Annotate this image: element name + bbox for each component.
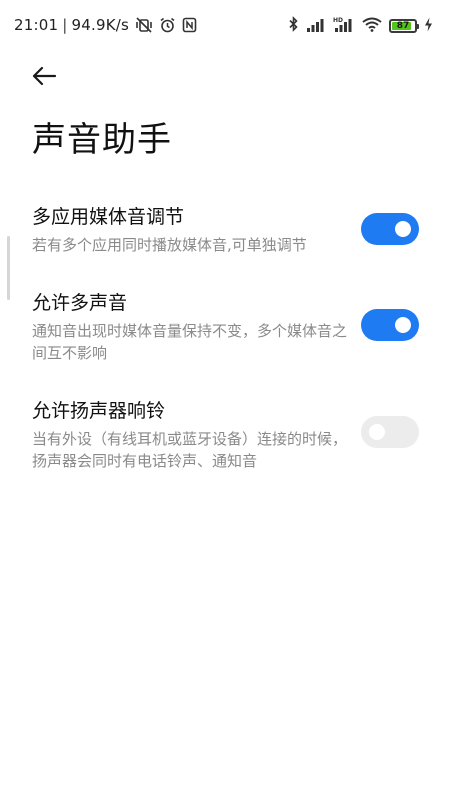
setting-text: 允许多声音 通知音出现时媒体音量保持不变，多个媒体音之间互不影响	[32, 290, 352, 364]
bluetooth-icon	[288, 16, 299, 36]
allow-multiple-sounds-toggle[interactable]	[361, 309, 419, 341]
allow-speaker-ringing-toggle[interactable]	[361, 416, 419, 448]
status-left: 21:01 | 94.9K/s	[14, 16, 197, 34]
battery-icon: 87	[389, 19, 419, 33]
nfc-icon	[182, 17, 197, 33]
multi-app-media-volume-toggle[interactable]	[361, 213, 419, 245]
setting-multi-app-media-volume[interactable]: 多应用媒体音调节 若有多个应用同时播放媒体音,可单独调节	[0, 200, 451, 270]
setting-description: 通知音出现时媒体音量保持不变，多个媒体音之间互不影响	[32, 322, 348, 362]
status-bar: 21:01 | 94.9K/s HD 87	[0, 0, 451, 52]
status-separator: |	[62, 16, 68, 34]
hd-signal-icon: HD	[333, 16, 355, 36]
setting-allow-speaker-ringing[interactable]: 允许扬声器响铃 当有外设（有线耳机或蓝牙设备）连接的时候，扬声器会同时有电话铃声…	[0, 394, 451, 474]
screen: 21:01 | 94.9K/s HD 87 声音助手 多应用媒体音调节 若有多个…	[0, 0, 451, 801]
battery-level: 87	[396, 20, 410, 31]
setting-text: 多应用媒体音调节 若有多个应用同时播放媒体音,可单独调节	[32, 204, 352, 256]
toggle-knob	[395, 317, 411, 333]
status-time: 21:01	[14, 16, 59, 34]
back-button[interactable]	[26, 60, 62, 92]
setting-description: 当有外设（有线耳机或蓝牙设备）连接的时候，扬声器会同时有电话铃声、通知音	[32, 430, 348, 470]
back-arrow-icon	[32, 66, 57, 86]
setting-title: 允许多声音	[32, 292, 128, 314]
toggle-knob	[369, 424, 385, 440]
setting-title: 允许扬声器响铃	[32, 400, 166, 422]
status-network-speed: 94.9K/s	[71, 16, 130, 34]
toggle-knob	[395, 221, 411, 237]
setting-description: 若有多个应用同时播放媒体音,可单独调节	[32, 236, 307, 254]
signal-icon	[306, 17, 326, 36]
setting-text: 允许扬声器响铃 当有外设（有线耳机或蓝牙设备）连接的时候，扬声器会同时有电话铃声…	[32, 398, 352, 472]
charging-icon	[424, 17, 433, 36]
status-right: HD 87	[288, 16, 433, 36]
setting-allow-multiple-sounds[interactable]: 允许多声音 通知音出现时媒体音量保持不变，多个媒体音之间互不影响	[0, 286, 451, 366]
alarm-icon	[159, 17, 176, 33]
svg-text:HD: HD	[333, 17, 343, 24]
wifi-icon	[362, 17, 382, 36]
setting-title: 多应用媒体音调节	[32, 206, 185, 228]
page-title: 声音助手	[32, 120, 172, 160]
mute-vibrate-icon	[135, 17, 153, 33]
